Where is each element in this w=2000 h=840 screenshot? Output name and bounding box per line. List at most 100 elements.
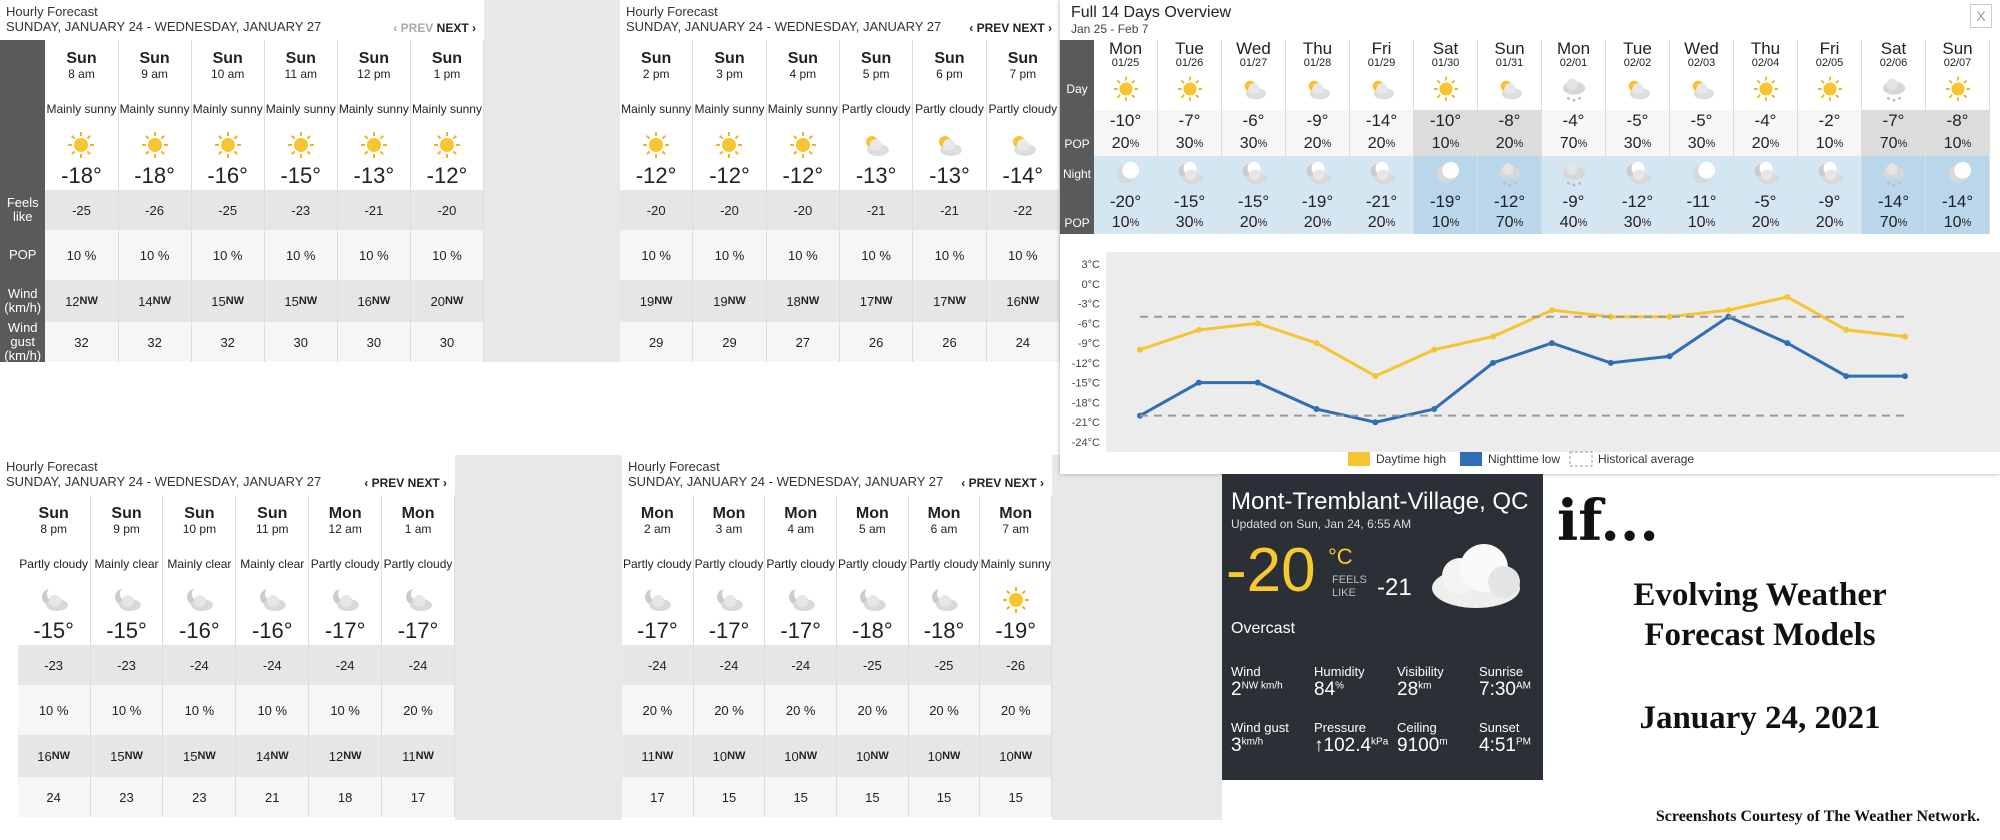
hour-temperature: -18°	[909, 617, 981, 645]
forecast-row-temp: -18° -18° -16° -15° -13° -12°	[0, 162, 484, 190]
day-date: 01/26	[1175, 56, 1204, 69]
hour-temperature: -12°	[620, 162, 694, 190]
next-button[interactable]: NEXT ›	[1005, 476, 1044, 490]
hourly-forecast-panel: Hourly Forecast SUNDAY, JANUARY 24 - WEDN…	[622, 455, 1052, 820]
forecast-row-cond: Partly cloudy Partly cloudy Partly cloudy P…	[622, 545, 1052, 583]
moon-cloud-icon	[1626, 161, 1651, 185]
close-button[interactable]: X	[1970, 4, 1992, 28]
pop-value: 10 %	[118, 230, 192, 280]
metric-value: 9100	[1397, 735, 1440, 756]
day-name: Fri	[1819, 38, 1840, 58]
metric-unit: %	[1335, 680, 1345, 692]
prev-button[interactable]: ‹ PREV	[961, 476, 1001, 490]
hour-condition: Partly cloudy	[18, 545, 91, 583]
forecast-row-temp: -15° -15° -16° -16° -17° -17°	[0, 617, 455, 645]
pop-value: 10 %	[191, 230, 265, 280]
wind-direction: NW	[415, 750, 434, 762]
metric-pressure: Pressure ↑102.4kPa	[1314, 720, 1388, 757]
hour-condition: Mainly sunny	[192, 90, 265, 128]
hour-time: 3 pm	[716, 66, 743, 81]
day-cell: Sat 01/30	[1414, 40, 1478, 69]
row-label	[0, 162, 46, 190]
pop-value: 20	[1111, 135, 1130, 152]
day-cell: 70 %	[1862, 132, 1926, 156]
daytime-high-point	[1431, 346, 1438, 353]
pop-unit: %	[1577, 217, 1588, 229]
daytime-high: -7°	[1158, 110, 1222, 132]
temperature-unit: °C	[1328, 544, 1353, 569]
nighttime-low: -20°	[1094, 192, 1158, 212]
day-cell	[1798, 68, 1862, 110]
metric-value: ↑102.4	[1314, 735, 1372, 756]
hour-condition: Mainly sunny	[119, 90, 192, 128]
day-cell: Sun 02/07	[1926, 40, 1990, 69]
daytime-high-point	[1195, 326, 1202, 333]
wind-speed: 15	[284, 293, 299, 309]
day-date: 01/29	[1367, 56, 1396, 69]
pop-value: 20 %	[693, 685, 766, 735]
hour-cell: Sun 12 pm	[338, 40, 411, 90]
nighttime-low: -12°	[1606, 192, 1670, 212]
hour-cell: 10 NW	[908, 735, 981, 777]
prev-button[interactable]: ‹ PREV	[364, 476, 404, 490]
pop-value: 10 %	[236, 685, 310, 735]
forecast-row-icon	[0, 583, 455, 617]
row-label: Day	[1060, 68, 1094, 110]
y-tick-label: -18°C	[1072, 397, 1100, 409]
metric-value: 28	[1397, 679, 1419, 700]
hour-cell	[909, 583, 981, 617]
wind-speed: 15	[211, 293, 226, 309]
overview-row-hdr: Mon 01/25 Tue 01/26 Wed 01/27 Thu 01/28 Fri 01/29…	[1060, 38, 2000, 69]
prev-button[interactable]: ‹ PREV	[969, 21, 1009, 35]
cloud-icon	[1244, 80, 1266, 100]
pop-unit: %	[1321, 217, 1332, 229]
day-name: Mon	[1108, 38, 1143, 58]
hour-time: 9 am	[141, 66, 168, 81]
hour-cell	[18, 583, 91, 617]
hour-time: 3 am	[715, 521, 743, 536]
next-button[interactable]: NEXT ›	[408, 476, 447, 490]
legend-label-low: Nighttime low	[1488, 452, 1560, 466]
forecast-row-wind: 11 NW 10 NW 10 NW 10 NW 10 NW 10 NW	[622, 735, 1052, 777]
pop-value: 70	[1879, 214, 1898, 231]
feels-like-value: -23	[264, 190, 338, 230]
nighttime-low-point	[1431, 406, 1438, 413]
hour-cell: Sun 10 pm	[163, 495, 237, 545]
hour-cell	[837, 583, 909, 617]
daytime-high-point	[1254, 320, 1261, 327]
day-cell	[1158, 68, 1222, 110]
next-button[interactable]: NEXT ›	[1013, 21, 1052, 35]
day-cell	[1478, 156, 1542, 192]
hour-time: 1 am	[404, 521, 432, 536]
pop-value: 10	[1111, 214, 1130, 231]
moon-cloud-icon	[406, 587, 433, 611]
metric-unit: AM	[1515, 680, 1531, 692]
sun-icon	[214, 132, 241, 158]
wind-speed: 17	[933, 293, 948, 309]
day-cell: Tue 02/02	[1606, 40, 1670, 69]
forecast-row-head: Sun 2 pm Sun 3 pm Sun 4 pm Sun 5 pm Sun 6 pm Sun 7 …	[620, 40, 1060, 90]
daytime-high: -9°	[1286, 110, 1350, 132]
prev-button[interactable]: ‹ PREV	[393, 21, 433, 35]
y-tick-label: -6°C	[1078, 318, 1100, 330]
overview-row-dpop: POP 20 % 30 % 30 % 20 % 20 % 10 % 20 % 70 % 30 % 3…	[1060, 132, 2000, 156]
nighttime-low: -9°	[1542, 192, 1606, 212]
next-button[interactable]: NEXT ›	[437, 21, 476, 35]
pop-value: 30	[1623, 135, 1642, 152]
hour-time: 2 am	[643, 521, 671, 536]
overview-row-nicon: Night	[1060, 156, 2000, 192]
wind-gust-value: 15	[837, 777, 909, 817]
hour-cell: 20 NW	[410, 280, 484, 322]
legend-label-high: Daytime high	[1376, 452, 1446, 466]
hour-cell: Sun 2 pm	[620, 40, 694, 90]
daytime-high-point	[1784, 293, 1791, 300]
day-cell: 70 %	[1542, 132, 1606, 156]
day-cell	[1094, 156, 1158, 192]
daytime-high: -4°	[1734, 110, 1798, 132]
hour-condition: Mainly sunny	[620, 90, 694, 128]
hour-condition: Partly cloudy	[622, 545, 694, 583]
sun-icon	[287, 132, 314, 158]
pop-value: 20 %	[837, 685, 909, 735]
wind-speed: 16	[1006, 293, 1021, 309]
pop-value: 10 %	[913, 230, 987, 280]
